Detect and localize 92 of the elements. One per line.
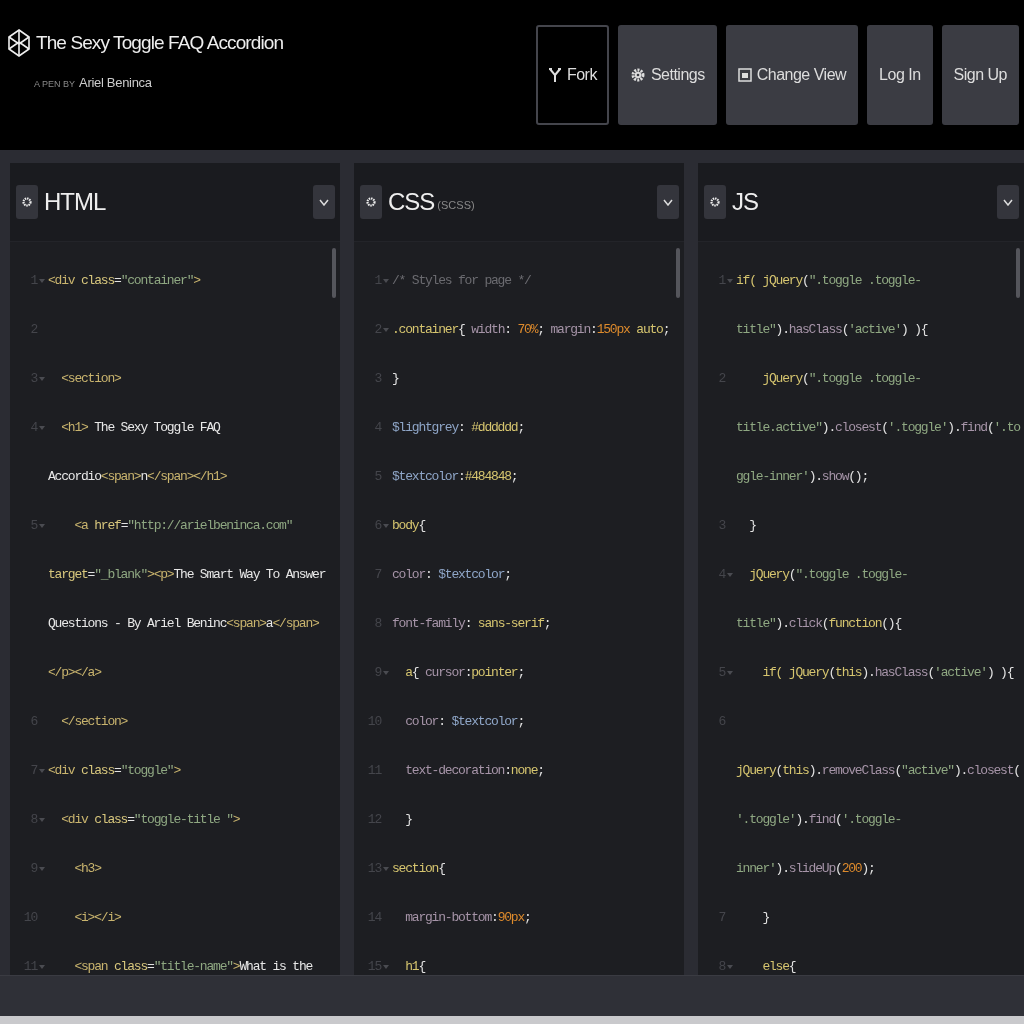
code-line: <a href="http://arielbeninca.com" — [73, 518, 293, 533]
fork-icon — [547, 67, 562, 83]
code-line: <div class="toggle-title "> — [60, 812, 240, 827]
chevron-down-icon — [1003, 198, 1013, 206]
code-line: target="_blank"><p>The Smart Way To Answer — [48, 567, 326, 582]
code-line: <section> — [60, 371, 121, 386]
code-line: Accordio<span>n</span></h1> — [48, 469, 227, 484]
code-line: </p></a> — [48, 665, 101, 680]
fold-arrow-icon[interactable] — [383, 278, 389, 283]
fold-arrow-icon[interactable] — [39, 964, 45, 969]
pen-title: The Sexy Toggle FAQ Accordion — [36, 31, 284, 54]
collapse-button[interactable] — [313, 185, 335, 219]
editor-title: HTML — [44, 188, 106, 216]
fold-arrow-icon[interactable] — [383, 866, 389, 871]
editor-settings-button[interactable] — [16, 185, 38, 219]
scrollbar[interactable] — [1016, 248, 1020, 298]
code-line: Questions - By Ariel Beninc<span>a</span> — [48, 616, 319, 631]
header-button[interactable]: Change View — [725, 25, 859, 125]
fold-arrow-icon[interactable] — [39, 768, 45, 773]
fold-arrow-icon[interactable] — [39, 817, 45, 822]
fold-arrow-icon[interactable] — [39, 523, 45, 528]
header-button[interactable]: Sign Up — [941, 25, 1019, 125]
editor-settings-button[interactable] — [704, 185, 726, 219]
code-line: .container{ width: 70%; margin:150px auto; — [392, 322, 670, 337]
editor-subtitle: (SCSS) — [437, 199, 475, 211]
code-line: } — [404, 812, 412, 827]
code-line: h1{ — [404, 959, 425, 974]
code-line: <div class="toggle"> — [48, 763, 181, 778]
code-line: } — [761, 910, 769, 925]
code-line: title").hasClass('active') ){ — [736, 322, 928, 337]
fold-arrow-icon[interactable] — [727, 670, 733, 675]
header-button[interactable]: Log In — [867, 25, 933, 125]
fold-arrow-icon[interactable] — [39, 866, 45, 871]
header-button[interactable]: Settings — [617, 25, 717, 125]
code-line: $textcolor:#484848; — [392, 469, 518, 484]
settings-icon — [22, 197, 32, 207]
code-line: text-decoration:none; — [404, 763, 544, 778]
code-line: body{ — [392, 518, 425, 533]
editor-settings-button[interactable] — [360, 185, 382, 219]
code-line: $lightgrey: #dddddd; — [392, 420, 525, 435]
code-line: font-family: sans-serif; — [392, 616, 551, 631]
code-line: /* Styles for page */ — [392, 273, 531, 288]
code-line: <h1> The Sexy Toggle FAQ — [60, 420, 220, 435]
code-line: <span class="title-name">What is the — [73, 959, 313, 974]
code-line: ggle-inner').show(); — [736, 469, 869, 484]
code-line: } — [392, 371, 399, 386]
code-line: jQuery(this).removeClass("active").closest( — [736, 763, 1020, 778]
settings-icon — [629, 67, 646, 83]
settings-icon — [366, 197, 376, 207]
fold-arrow-icon[interactable] — [383, 670, 389, 675]
code-line: inner').slideUp(200); — [736, 861, 875, 876]
editor-title: CSS — [388, 188, 435, 216]
code-line: jQuery(".toggle .toggle- — [761, 371, 921, 386]
code-line: </section> — [60, 714, 128, 729]
scrollbar[interactable] — [676, 248, 680, 298]
logo-icon — [8, 28, 30, 57]
collapse-button[interactable] — [997, 185, 1019, 219]
code-line: a{ cursor:pointer; — [404, 665, 525, 680]
code-line: else{ — [761, 959, 796, 974]
scrollbar[interactable] — [332, 248, 336, 298]
chevron-down-icon — [663, 198, 673, 206]
code-line: color: $textcolor; — [392, 567, 511, 582]
chevron-down-icon — [319, 198, 329, 206]
code-line: <div class="container"> — [48, 273, 200, 288]
fold-arrow-icon[interactable] — [727, 278, 733, 283]
fold-arrow-icon[interactable] — [727, 572, 733, 577]
fold-arrow-icon[interactable] — [39, 425, 45, 430]
code-line: <h3> — [73, 861, 101, 876]
fold-arrow-icon[interactable] — [39, 376, 45, 381]
code-line: if( jQuery(".toggle .toggle- — [736, 273, 921, 288]
collapse-button[interactable] — [657, 185, 679, 219]
code-line: } — [748, 518, 756, 533]
fold-arrow-icon[interactable] — [39, 278, 45, 283]
code-line: if( jQuery(this).hasClass('active') ){ — [761, 665, 1014, 680]
author-link[interactable]: Ariel Beninca — [79, 74, 152, 90]
settings-icon — [710, 197, 720, 207]
code-line: jQuery(".toggle .toggle- — [748, 567, 908, 582]
code-line: color: $textcolor; — [404, 714, 525, 729]
byline-label: A PEN BY — [34, 78, 76, 89]
fold-arrow-icon[interactable] — [383, 964, 389, 969]
code-line: '.toggle').find('.toggle- — [736, 812, 902, 827]
fold-arrow-icon[interactable] — [383, 523, 389, 528]
window-icon — [737, 68, 752, 82]
fold-arrow-icon[interactable] — [727, 964, 733, 969]
code-line: margin-bottom:90px; — [404, 910, 531, 925]
header-button[interactable]: Fork — [535, 25, 609, 125]
fold-arrow-icon[interactable] — [383, 327, 389, 332]
code-line: title.active").closest('.toggle').find('.to — [736, 420, 1020, 435]
code-line: section{ — [392, 861, 445, 876]
code-line: title").click(function(){ — [736, 616, 902, 631]
editor-title: JS — [732, 188, 758, 216]
code-line: <i></i> — [73, 910, 121, 925]
